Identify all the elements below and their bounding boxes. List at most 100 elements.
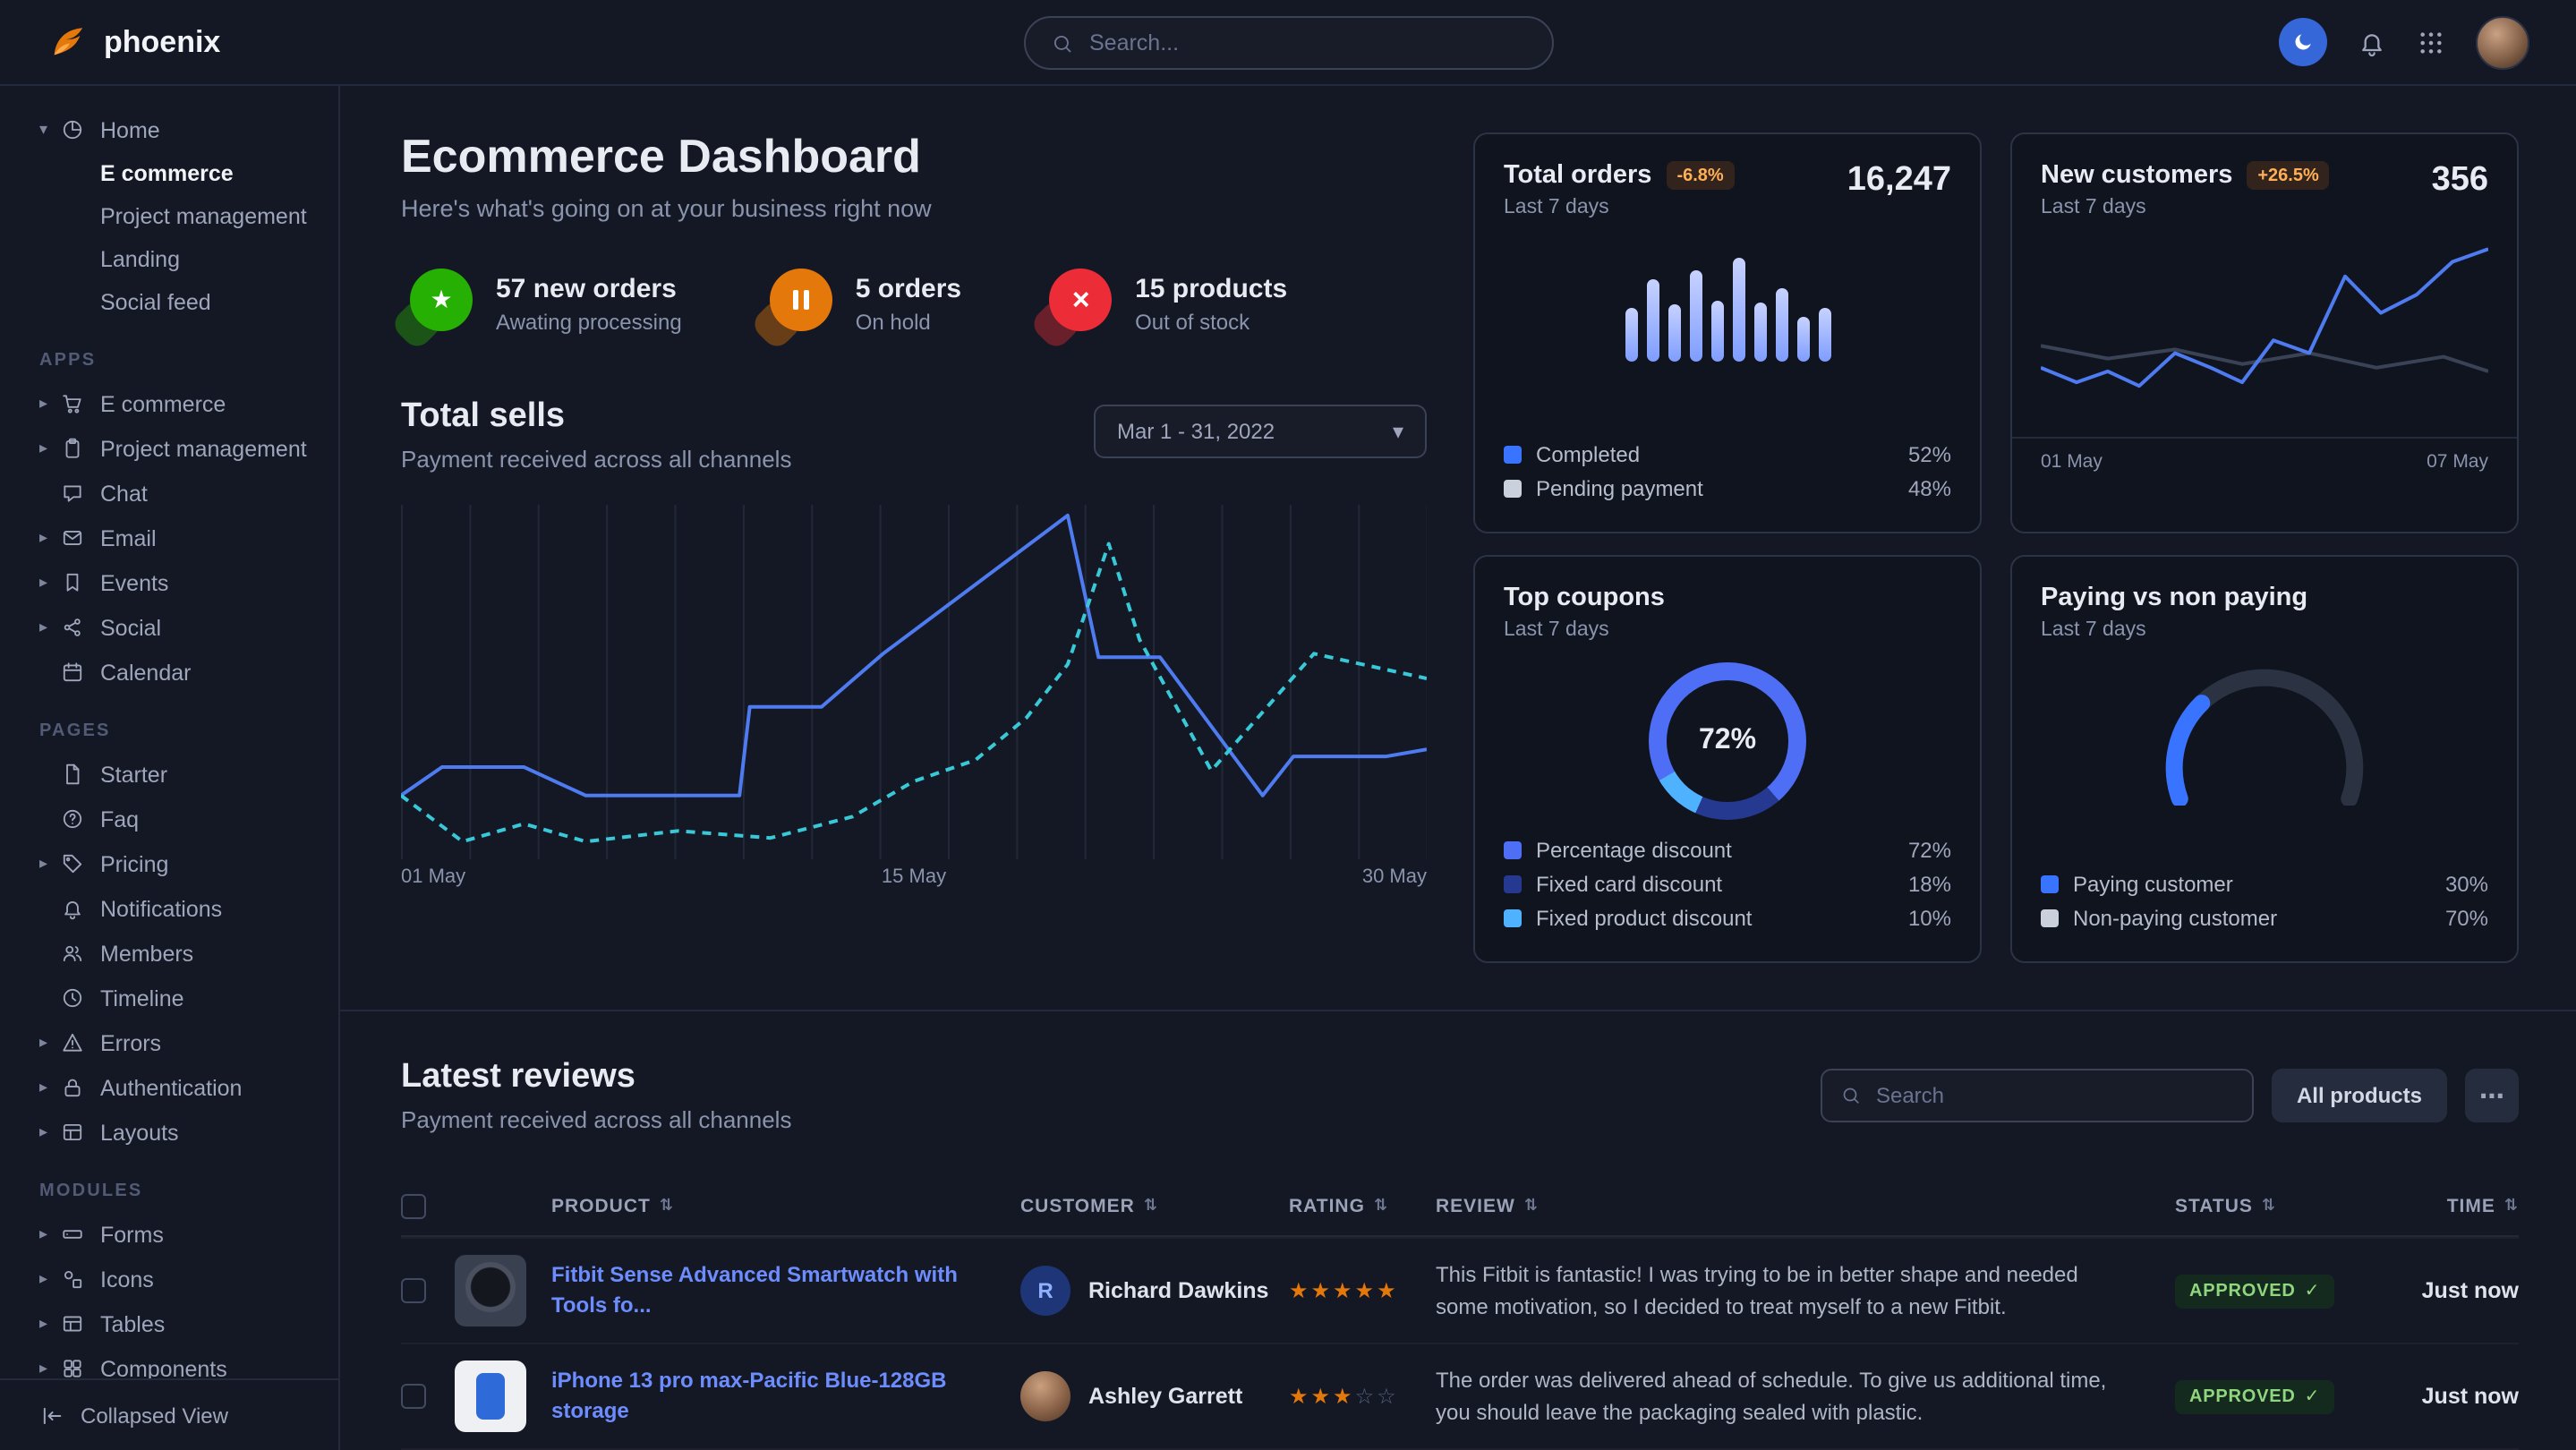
total-sells-subtitle: Payment received across all channels	[401, 446, 791, 473]
sidebar-item-ecommerce-dashboard[interactable]: E commerce	[39, 152, 320, 195]
chevron-right-icon: ▸	[39, 394, 61, 414]
stat-out-of-stock: × 15 products Out of stock	[1040, 269, 1287, 340]
sidebar-item-errors[interactable]: ▸ Errors	[39, 1020, 320, 1065]
row-checkbox[interactable]	[401, 1384, 426, 1409]
global-search-input[interactable]	[1089, 30, 1526, 55]
legend-item: Fixed product discount 10%	[1504, 900, 1951, 934]
column-header-review[interactable]: REVIEW⇅	[1436, 1195, 2175, 1216]
chevron-right-icon: ▸	[39, 1314, 61, 1334]
sort-icon: ⇅	[660, 1196, 674, 1215]
topbar-actions	[2279, 15, 2529, 69]
chevron-right-icon: ▸	[39, 618, 61, 637]
sidebar-item-home[interactable]: ▾ Home	[39, 107, 320, 152]
ecommerce-dashboard-app: phoenix ▾ Home	[0, 0, 2576, 1450]
paying-vs-nonpaying-card: Paying vs non paying Last 7 days	[2010, 555, 2519, 963]
sidebar-item-project-management-app[interactable]: ▸ Project management	[39, 426, 320, 471]
collapsed-view-toggle[interactable]: Collapsed View	[0, 1378, 338, 1450]
product-image[interactable]	[455, 1360, 526, 1432]
legend-item: Pending payment 48%	[1504, 471, 1951, 505]
total-sells-title: Total sells	[401, 397, 791, 437]
users-icon	[61, 942, 100, 965]
sidebar-item-chat[interactable]: Chat	[39, 471, 320, 516]
check-icon: ✓	[2305, 1387, 2321, 1407]
sort-icon: ⇅	[1144, 1196, 1158, 1215]
change-badge: +26.5%	[2247, 161, 2329, 190]
product-link[interactable]: Fitbit Sense Advanced Smartwatch with To…	[551, 1259, 1020, 1322]
reviews-search-input[interactable]	[1876, 1083, 2234, 1108]
ellipsis-icon: ⋯	[2479, 1080, 2504, 1111]
help-circle-icon	[61, 807, 100, 831]
shapes-icon	[61, 1267, 100, 1291]
user-avatar[interactable]	[2476, 15, 2529, 69]
sidebar-item-timeline[interactable]: Timeline	[39, 976, 320, 1020]
chevron-right-icon: ▸	[39, 573, 61, 593]
status-badge: APPROVED✓	[2175, 1380, 2334, 1414]
legend-item: Non-paying customer 70%	[2041, 900, 2488, 934]
x-axis-label: 01 May	[401, 866, 465, 888]
x-axis-label: 30 May	[1362, 866, 1427, 888]
change-badge: -6.8%	[1666, 161, 1734, 190]
chevron-down-icon: ▾	[1393, 419, 1403, 444]
sidebar-item-notifications[interactable]: Notifications	[39, 886, 320, 931]
sidebar-item-ecommerce-app[interactable]: ▸ E commerce	[39, 381, 320, 426]
sidebar-item-social-feed[interactable]: Social feed	[39, 281, 320, 324]
table-row: Fitbit Sense Advanced Smartwatch with To…	[401, 1237, 2519, 1343]
brand-name: phoenix	[104, 24, 220, 60]
date-range-select[interactable]: Mar 1 - 31, 2022 ▾	[1094, 405, 1427, 458]
dark-mode-toggle[interactable]	[2279, 18, 2327, 66]
sidebar-item-pricing[interactable]: ▸ Pricing	[39, 841, 320, 886]
moon-icon	[2291, 30, 2315, 54]
bell-icon	[61, 897, 100, 920]
reviews-search	[1821, 1069, 2254, 1122]
sidebar-item-forms[interactable]: ▸ Forms	[39, 1212, 320, 1257]
out-of-stock-x-icon: ×	[1040, 269, 1112, 340]
sidebar-item-calendar[interactable]: Calendar	[39, 650, 320, 695]
notifications-bell-button[interactable]	[2358, 28, 2386, 56]
select-all-checkbox[interactable]	[401, 1193, 426, 1218]
lock-icon	[61, 1076, 100, 1099]
row-checkbox[interactable]	[401, 1278, 426, 1303]
column-header-rating[interactable]: RATING⇅	[1289, 1195, 1436, 1216]
chevron-right-icon: ▸	[39, 1033, 61, 1053]
sidebar-item-email[interactable]: ▸ Email	[39, 516, 320, 560]
column-header-time[interactable]: TIME⇅	[2361, 1195, 2519, 1216]
sidebar-item-icons[interactable]: ▸ Icons	[39, 1257, 320, 1301]
product-link[interactable]: iPhone 13 pro max-Pacific Blue-128GB sto…	[551, 1365, 1020, 1428]
chevron-right-icon: ▸	[39, 528, 61, 548]
rating-stars: ★★★★★	[1289, 1278, 1436, 1303]
legend-item: Fixed card discount 18%	[1504, 866, 1951, 900]
sidebar-item-tables[interactable]: ▸ Tables	[39, 1301, 320, 1346]
all-products-button[interactable]: All products	[2272, 1069, 2447, 1122]
sort-icon: ⇅	[1374, 1196, 1388, 1215]
file-icon	[61, 763, 100, 786]
x-axis-label: 01 May	[2041, 451, 2103, 473]
components-grid-icon	[61, 1357, 100, 1380]
chevron-down-icon: ▾	[39, 120, 61, 140]
product-image[interactable]	[455, 1255, 526, 1326]
mail-icon	[61, 526, 100, 550]
more-options-button[interactable]: ⋯	[2465, 1069, 2519, 1122]
kpi-cards: Total orders -6.8% Last 7 days 16,247 Co…	[1473, 132, 2519, 963]
apps-grid-button[interactable]	[2417, 28, 2445, 56]
brand-logo[interactable]: phoenix	[47, 21, 220, 63]
review-text: This Fitbit is fantastic! I was trying t…	[1436, 1244, 2175, 1337]
sidebar-item-faq[interactable]: Faq	[39, 797, 320, 841]
sidebar-item-landing[interactable]: Landing	[39, 238, 320, 281]
column-header-product[interactable]: PRODUCT⇅	[551, 1195, 1020, 1216]
sidebar-item-social[interactable]: ▸ Social	[39, 605, 320, 650]
review-text: The order was delivered ahead of schedul…	[1436, 1350, 2175, 1443]
sidebar-item-authentication[interactable]: ▸ Authentication	[39, 1065, 320, 1110]
latest-reviews-title: Latest reviews	[401, 1058, 791, 1097]
sidebar-item-layouts[interactable]: ▸ Layouts	[39, 1110, 320, 1155]
sidebar-item-members[interactable]: Members	[39, 931, 320, 976]
clock-icon	[61, 986, 100, 1010]
sidebar-item-events[interactable]: ▸ Events	[39, 560, 320, 605]
sidebar-item-starter[interactable]: Starter	[39, 752, 320, 797]
page-title: Ecommerce Dashboard	[401, 129, 1427, 184]
global-search	[1023, 16, 1553, 70]
column-header-customer[interactable]: CUSTOMER⇅	[1020, 1195, 1289, 1216]
section-divider	[340, 1010, 2576, 1011]
customer-avatar: R	[1020, 1266, 1070, 1316]
sidebar-item-project-management-dashboard[interactable]: Project management	[39, 195, 320, 238]
column-header-status[interactable]: STATUS⇅	[2175, 1195, 2361, 1216]
